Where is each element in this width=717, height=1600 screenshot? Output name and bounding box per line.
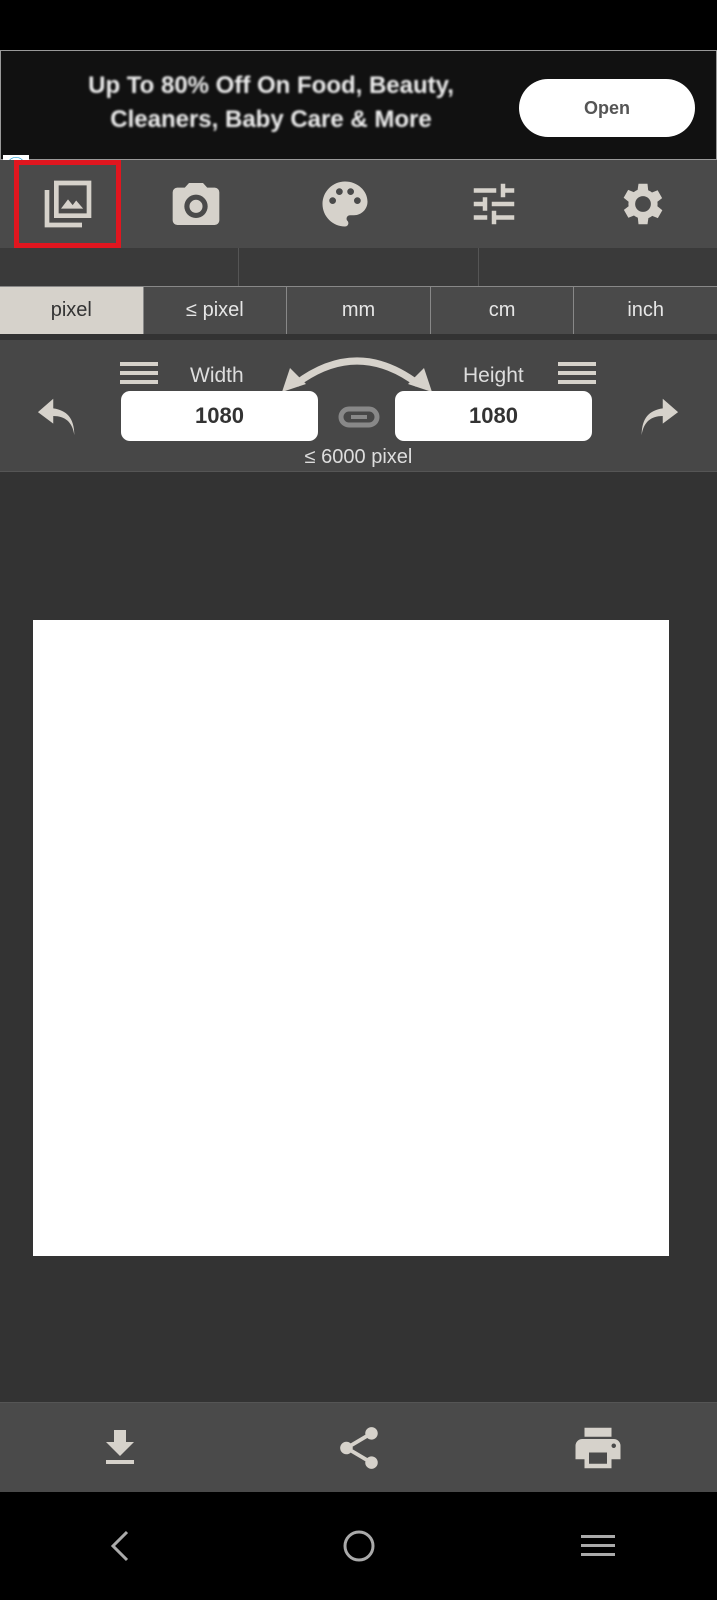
share-button[interactable] [239, 1403, 478, 1492]
tab-cm[interactable]: cm [431, 287, 575, 334]
height-menu-icon[interactable] [558, 360, 596, 386]
recents-button[interactable] [478, 1492, 717, 1600]
adjust-button[interactable] [419, 160, 568, 248]
back-icon [110, 1530, 128, 1562]
undo-icon[interactable] [36, 392, 82, 440]
ad-open-button[interactable]: Open [519, 79, 695, 137]
share-icon [339, 1426, 378, 1469]
palette-button[interactable] [270, 160, 419, 248]
ad-banner[interactable]: Up To 80% Off On Food, Beauty, Cleaners,… [0, 50, 717, 209]
gallery-button[interactable] [14, 160, 121, 248]
recents-icon [580, 1535, 615, 1556]
gear-icon [623, 183, 662, 225]
redo-icon[interactable] [634, 392, 680, 440]
empty-row [0, 248, 717, 286]
gallery-icon [44, 180, 91, 228]
width-input[interactable]: 1080 [121, 391, 318, 441]
size-panel: Width Height 1080 1080 ≤ 6000 pixel [0, 340, 717, 472]
print-icon [575, 1427, 620, 1468]
back-button[interactable] [0, 1492, 239, 1600]
sliders-icon [473, 183, 514, 225]
width-menu-icon[interactable] [120, 360, 158, 386]
swap-icon[interactable] [282, 348, 432, 394]
unit-tabs: pixel ≤ pixel mm cm inch [0, 286, 717, 334]
image-canvas[interactable] [33, 620, 669, 1256]
system-nav-bar [0, 1492, 717, 1600]
status-bar [0, 0, 717, 50]
link-icon[interactable] [338, 406, 380, 428]
palette-icon [322, 181, 367, 227]
tab-max-pixel[interactable]: ≤ pixel [144, 287, 288, 334]
home-button[interactable] [239, 1492, 478, 1600]
size-limit: ≤ 6000 pixel [304, 446, 413, 468]
download-icon [105, 1429, 134, 1464]
download-button[interactable] [0, 1403, 239, 1492]
settings-button[interactable] [568, 160, 717, 248]
ad-text[interactable]: Up To 80% Off On Food, Beauty, Cleaners,… [51, 69, 491, 137]
print-button[interactable] [478, 1403, 717, 1492]
bottom-bar [0, 1402, 717, 1492]
height-input[interactable]: 1080 [395, 391, 592, 441]
home-icon [343, 1530, 374, 1562]
width-label: Width [190, 364, 244, 387]
toolbar [0, 160, 717, 248]
camera-button[interactable] [121, 160, 270, 248]
tab-pixel[interactable]: pixel [0, 287, 144, 334]
tab-mm[interactable]: mm [287, 287, 431, 334]
height-label: Height [463, 364, 524, 387]
tab-inch[interactable]: inch [574, 287, 717, 334]
camera-icon [172, 183, 219, 225]
